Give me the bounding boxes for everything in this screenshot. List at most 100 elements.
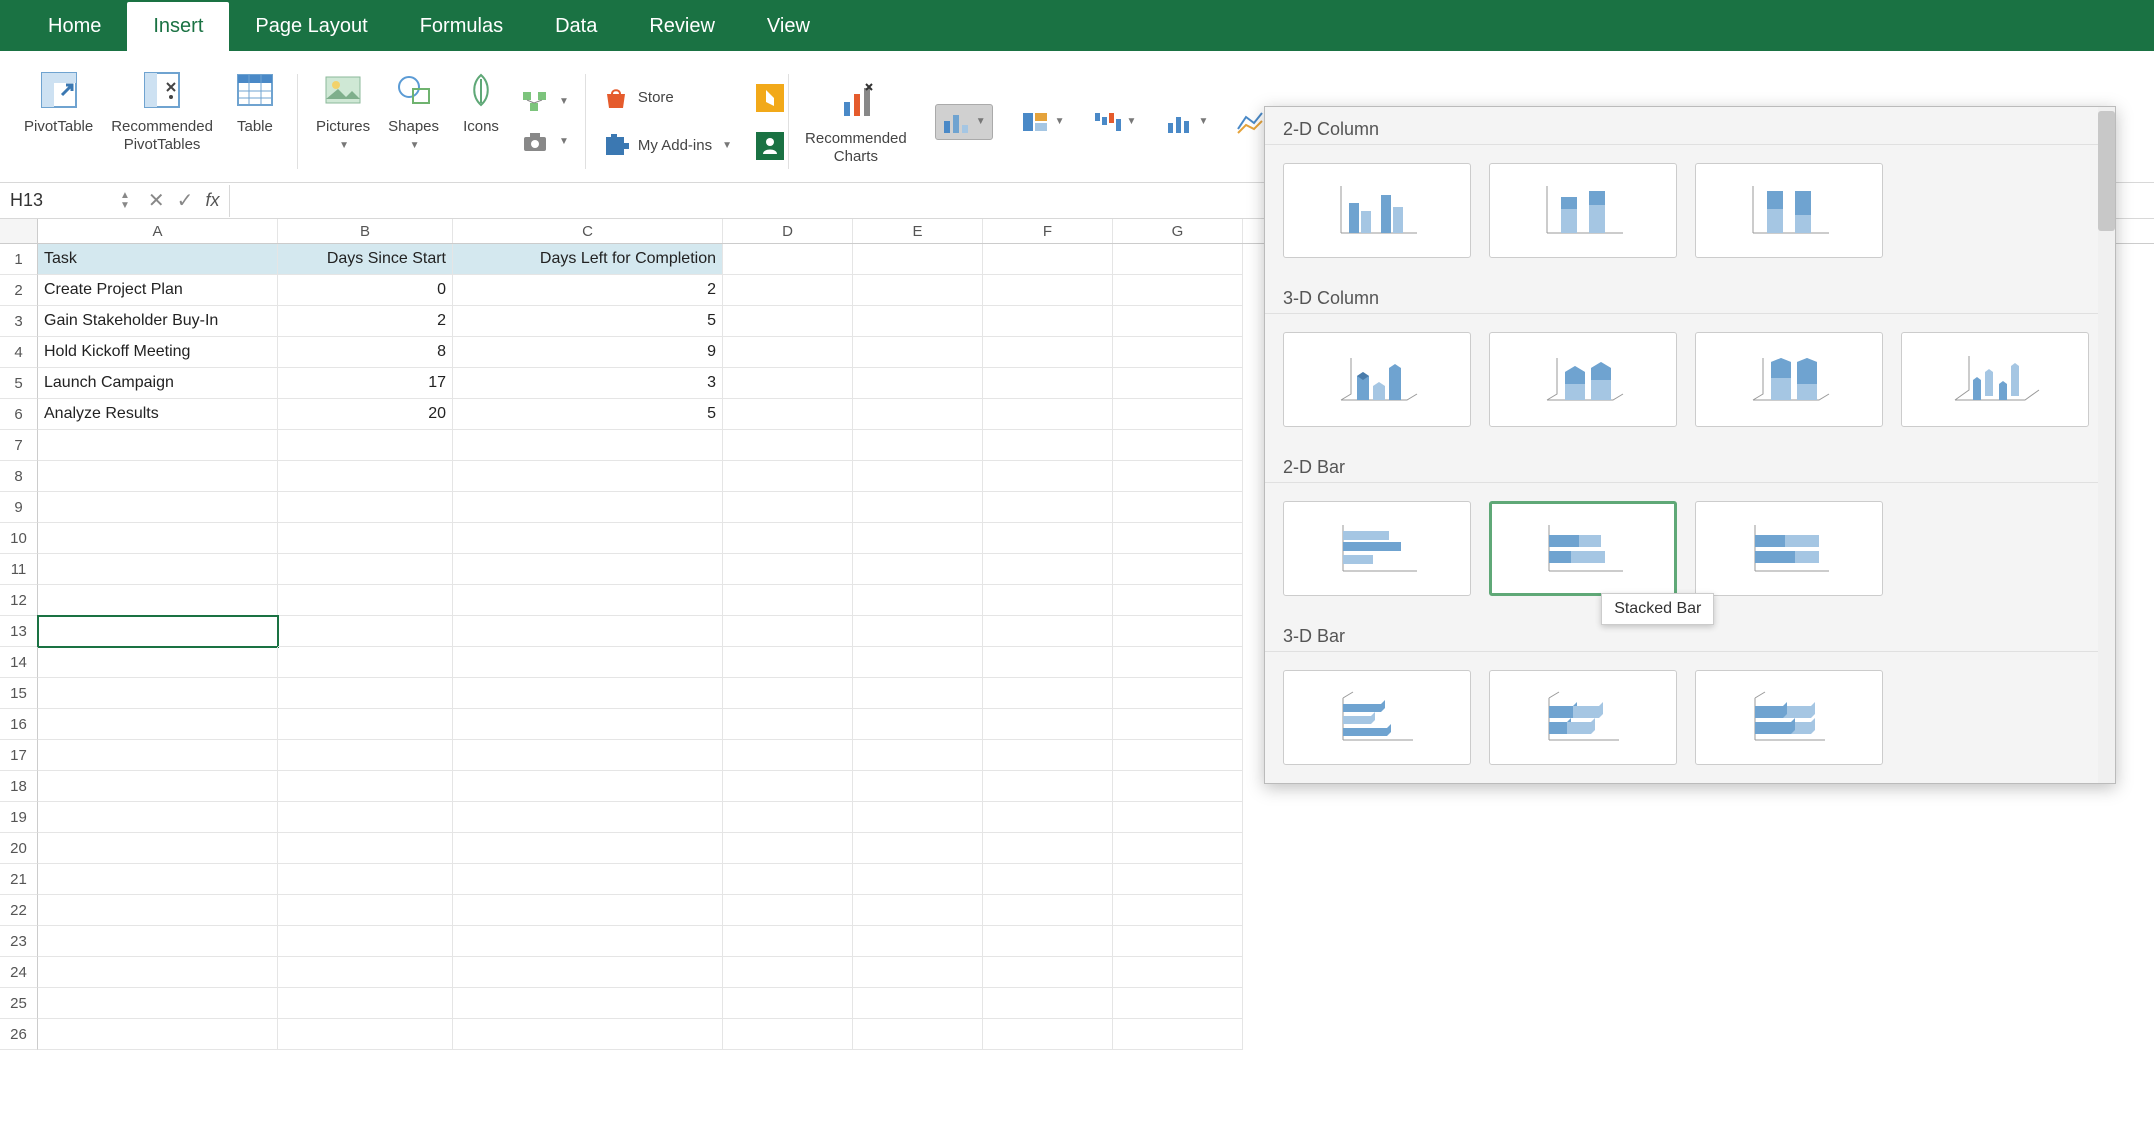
row-header-10[interactable]: 10 (0, 523, 38, 554)
cell-C12[interactable] (453, 585, 723, 616)
hierarchy-chart-button[interactable]: ▼ (1021, 109, 1065, 135)
cell-A17[interactable] (38, 740, 278, 771)
cell-E15[interactable] (853, 678, 983, 709)
cell-E13[interactable] (853, 616, 983, 647)
cell-C14[interactable] (453, 647, 723, 678)
ribbon-tab-review[interactable]: Review (623, 2, 741, 51)
cell-C2[interactable]: 2 (453, 275, 723, 306)
table-button[interactable]: Table (229, 64, 281, 138)
cell-G11[interactable] (1113, 554, 1243, 585)
cell-D23[interactable] (723, 926, 853, 957)
3d-clustered-bar-thumb[interactable] (1283, 670, 1471, 765)
cell-F23[interactable] (983, 926, 1113, 957)
cell-B6[interactable]: 20 (278, 399, 453, 430)
cell-D11[interactable] (723, 554, 853, 585)
cell-D6[interactable] (723, 399, 853, 430)
cancel-formula-icon[interactable]: ✕ (148, 188, 165, 213)
cell-G15[interactable] (1113, 678, 1243, 709)
cell-F2[interactable] (983, 275, 1113, 306)
cell-E6[interactable] (853, 399, 983, 430)
cell-G26[interactable] (1113, 1019, 1243, 1050)
cell-C24[interactable] (453, 957, 723, 988)
cell-B5[interactable]: 17 (278, 368, 453, 399)
cell-B2[interactable]: 0 (278, 275, 453, 306)
cell-B23[interactable] (278, 926, 453, 957)
row-header-5[interactable]: 5 (0, 368, 38, 399)
ribbon-tab-page-layout[interactable]: Page Layout (229, 2, 393, 51)
cell-D25[interactable] (723, 988, 853, 1019)
cell-A13[interactable] (38, 616, 278, 647)
cell-E19[interactable] (853, 802, 983, 833)
cell-F8[interactable] (983, 461, 1113, 492)
row-header-6[interactable]: 6 (0, 399, 38, 430)
cell-E24[interactable] (853, 957, 983, 988)
cell-A2[interactable]: Create Project Plan (38, 275, 278, 306)
bing-maps-button[interactable] (756, 84, 784, 112)
cell-B14[interactable] (278, 647, 453, 678)
cell-B19[interactable] (278, 802, 453, 833)
cell-F17[interactable] (983, 740, 1113, 771)
cell-E1[interactable] (853, 244, 983, 275)
cell-D18[interactable] (723, 771, 853, 802)
cell-E18[interactable] (853, 771, 983, 802)
cell-G9[interactable] (1113, 492, 1243, 523)
3d-100-stacked-bar-thumb[interactable] (1695, 670, 1883, 765)
cell-C10[interactable] (453, 523, 723, 554)
statistic-chart-button[interactable]: ▼ (1164, 109, 1208, 135)
cell-A18[interactable] (38, 771, 278, 802)
cell-D5[interactable] (723, 368, 853, 399)
cell-F9[interactable] (983, 492, 1113, 523)
row-header-3[interactable]: 3 (0, 306, 38, 337)
cell-B1[interactable]: Days Since Start (278, 244, 453, 275)
cell-E5[interactable] (853, 368, 983, 399)
row-header-11[interactable]: 11 (0, 554, 38, 585)
cell-C7[interactable] (453, 430, 723, 461)
store-button[interactable]: Store (602, 84, 732, 112)
cell-G21[interactable] (1113, 864, 1243, 895)
cell-B26[interactable] (278, 1019, 453, 1050)
recommended-charts-button[interactable]: Recommended Charts (793, 78, 919, 166)
waterfall-chart-button[interactable]: ▼ (1093, 109, 1137, 135)
cell-B8[interactable] (278, 461, 453, 492)
cell-A14[interactable] (38, 647, 278, 678)
cell-E7[interactable] (853, 430, 983, 461)
cell-A10[interactable] (38, 523, 278, 554)
cell-C4[interactable]: 9 (453, 337, 723, 368)
cell-C19[interactable] (453, 802, 723, 833)
cell-D9[interactable] (723, 492, 853, 523)
cell-C20[interactable] (453, 833, 723, 864)
cell-D17[interactable] (723, 740, 853, 771)
stacked-column-thumb[interactable] (1489, 163, 1677, 258)
column-header-D[interactable]: D (723, 219, 853, 243)
row-header-15[interactable]: 15 (0, 678, 38, 709)
cell-G19[interactable] (1113, 802, 1243, 833)
cell-C3[interactable]: 5 (453, 306, 723, 337)
cell-E9[interactable] (853, 492, 983, 523)
row-header-9[interactable]: 9 (0, 492, 38, 523)
cell-B20[interactable] (278, 833, 453, 864)
cell-D21[interactable] (723, 864, 853, 895)
row-header-20[interactable]: 20 (0, 833, 38, 864)
cell-D24[interactable] (723, 957, 853, 988)
cell-D20[interactable] (723, 833, 853, 864)
cell-F18[interactable] (983, 771, 1113, 802)
cell-E8[interactable] (853, 461, 983, 492)
clustered-bar-thumb[interactable] (1283, 501, 1471, 596)
row-header-7[interactable]: 7 (0, 430, 38, 461)
select-all-corner[interactable] (0, 219, 38, 243)
cell-E20[interactable] (853, 833, 983, 864)
cell-F13[interactable] (983, 616, 1113, 647)
row-header-25[interactable]: 25 (0, 988, 38, 1019)
cell-G18[interactable] (1113, 771, 1243, 802)
cell-F11[interactable] (983, 554, 1113, 585)
cell-G17[interactable] (1113, 740, 1243, 771)
cell-D1[interactable] (723, 244, 853, 275)
cell-B12[interactable] (278, 585, 453, 616)
ribbon-tab-formulas[interactable]: Formulas (394, 2, 529, 51)
cell-D14[interactable] (723, 647, 853, 678)
cell-G3[interactable] (1113, 306, 1243, 337)
cell-D15[interactable] (723, 678, 853, 709)
cell-D19[interactable] (723, 802, 853, 833)
cell-D8[interactable] (723, 461, 853, 492)
column-header-F[interactable]: F (983, 219, 1113, 243)
